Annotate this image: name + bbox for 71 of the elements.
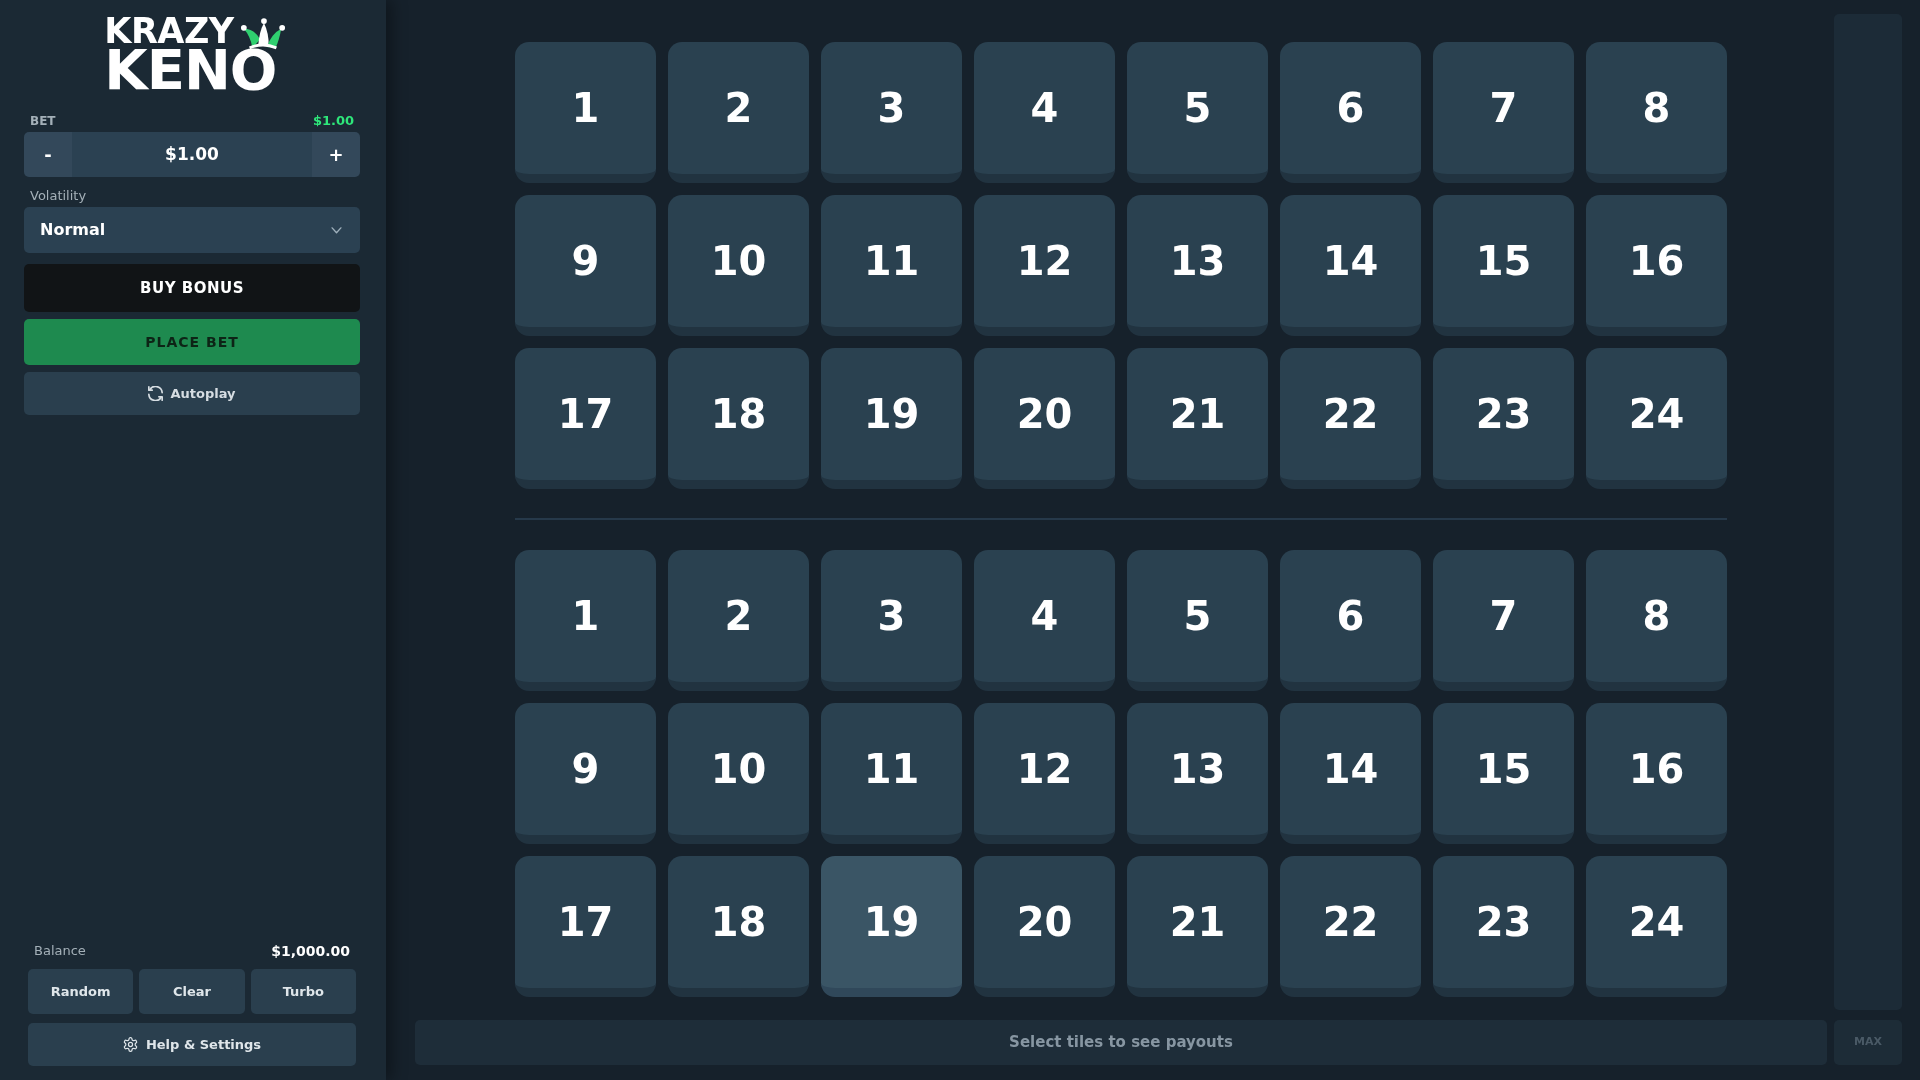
number-tile[interactable]: 18 [668, 348, 809, 489]
number-tile[interactable]: 9 [515, 195, 656, 336]
number-tile[interactable]: 13 [1127, 703, 1268, 844]
number-tile[interactable]: 23 [1433, 856, 1574, 997]
number-tile[interactable]: 2 [668, 550, 809, 691]
increase-bet-button[interactable]: + [312, 132, 360, 177]
number-tile[interactable]: 11 [821, 195, 962, 336]
number-tile[interactable]: 6 [1280, 42, 1421, 183]
number-tile[interactable]: 4 [974, 550, 1115, 691]
number-tile[interactable]: 1 [515, 42, 656, 183]
balance-label: Balance [34, 942, 86, 961]
number-tile[interactable]: 14 [1280, 703, 1421, 844]
balance-value: $1,000.00 [271, 941, 350, 961]
number-tile[interactable]: 10 [668, 195, 809, 336]
number-tile[interactable]: 15 [1433, 195, 1574, 336]
number-tile[interactable]: 22 [1280, 856, 1421, 997]
number-tile[interactable]: 18 [668, 856, 809, 997]
autoplay-button[interactable]: Autoplay [24, 372, 360, 415]
jester-hat-icon [239, 17, 286, 50]
number-tile[interactable]: 21 [1127, 348, 1268, 489]
number-tile[interactable]: 22 [1280, 348, 1421, 489]
bet-label: BET [30, 114, 56, 128]
action-button[interactable]: Random [28, 969, 134, 1014]
volatility-select[interactable]: Normal [24, 207, 360, 253]
bet-total: $1.00 [312, 114, 354, 128]
logo-word: KENO [104, 46, 277, 94]
number-tile[interactable]: 4 [974, 42, 1115, 183]
number-tile[interactable]: 19 [821, 348, 962, 489]
number-tile[interactable]: 20 [974, 856, 1115, 997]
chevron-down-icon [331, 226, 342, 234]
number-tile[interactable]: 7 [1433, 42, 1574, 183]
number-tile[interactable]: 17 [515, 348, 656, 489]
number-tile[interactable]: 16 [1586, 703, 1727, 844]
bet-amount-field[interactable]: $1.00 [72, 132, 312, 177]
number-tile[interactable]: 16 [1586, 195, 1727, 336]
number-tile[interactable]: 11 [821, 703, 962, 844]
number-tile[interactable]: 24 [1586, 856, 1727, 997]
number-tile[interactable]: 10 [668, 703, 809, 844]
number-tile[interactable]: 2 [668, 42, 809, 183]
settings-icon [122, 1037, 138, 1052]
payout-message: Select tiles to see payouts [1009, 1032, 1233, 1054]
number-tile[interactable]: 3 [821, 42, 962, 183]
number-tile[interactable]: 7 [1433, 550, 1574, 691]
number-tile[interactable]: 20 [974, 348, 1115, 489]
number-tile[interactable]: 12 [974, 195, 1115, 336]
number-tile[interactable]: 9 [515, 703, 656, 844]
number-tile[interactable]: 15 [1433, 703, 1574, 844]
buy-bonus-button[interactable]: BUY BONUS [24, 264, 360, 312]
number-tile[interactable]: 23 [1433, 348, 1574, 489]
number-tile[interactable]: 14 [1280, 195, 1421, 336]
number-tile[interactable]: 19 [821, 856, 962, 997]
help-settings-button[interactable]: Help & Settings [28, 1023, 356, 1066]
refresh-icon [148, 386, 164, 401]
number-tile[interactable]: 3 [821, 550, 962, 691]
place-bet-button[interactable]: PLACE BET [24, 319, 360, 365]
number-tile[interactable]: 1 [515, 550, 656, 691]
decrease-bet-button[interactable]: - [24, 132, 72, 177]
number-tile[interactable]: 8 [1586, 42, 1727, 183]
logo-word: KRAZY [104, 16, 234, 46]
number-tile[interactable]: 8 [1586, 550, 1727, 691]
number-tile[interactable]: 21 [1127, 856, 1268, 997]
number-tile[interactable]: 12 [974, 703, 1115, 844]
number-tile[interactable]: 24 [1586, 348, 1727, 489]
number-tile[interactable]: 5 [1127, 550, 1268, 691]
number-tile[interactable]: 17 [515, 856, 656, 997]
action-button[interactable]: Turbo [250, 969, 356, 1014]
number-tile[interactable]: 13 [1127, 195, 1268, 336]
volatility-label: Volatility [29, 188, 88, 204]
number-tile[interactable]: 6 [1280, 550, 1421, 691]
action-button[interactable]: Clear [139, 969, 245, 1014]
number-tile[interactable]: 5 [1127, 42, 1268, 183]
